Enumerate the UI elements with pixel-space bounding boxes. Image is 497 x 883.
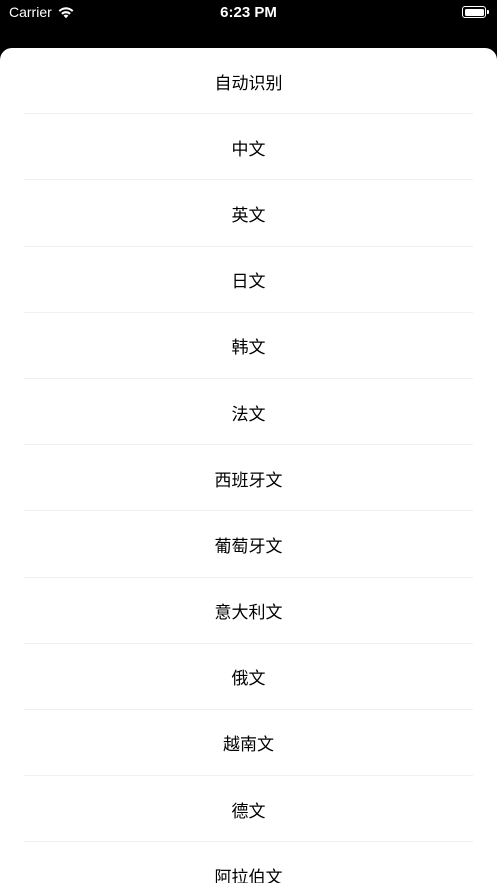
language-option-russian[interactable]: 俄文 (0, 644, 497, 711)
language-option-portuguese[interactable]: 葡萄牙文 (0, 511, 497, 578)
language-option-korean[interactable]: 韩文 (0, 313, 497, 380)
language-option-spanish[interactable]: 西班牙文 (0, 445, 497, 512)
language-option-french[interactable]: 法文 (0, 379, 497, 446)
language-option-auto-detect[interactable]: 自动识别 (0, 48, 497, 115)
language-option-chinese[interactable]: 中文 (0, 114, 497, 181)
status-time: 6:23 PM (220, 4, 277, 21)
language-option-japanese[interactable]: 日文 (0, 247, 497, 313)
status-bar: Carrier 6:23 PM (0, 0, 497, 40)
language-list: 自动识别 中文 英文 日文 韩文 法文 西班牙文 葡萄牙文 意大利文 俄文 越南… (0, 48, 497, 883)
language-option-vietnamese[interactable]: 越南文 (0, 710, 497, 777)
language-picker-sheet: 自动识别 中文 英文 日文 韩文 法文 西班牙文 葡萄牙文 意大利文 俄文 越南… (0, 48, 497, 883)
language-option-english[interactable]: 英文 (0, 180, 497, 247)
language-option-arabic[interactable]: 阿拉伯文 (0, 842, 497, 883)
battery-icon (462, 6, 489, 18)
battery-level-fill (464, 8, 484, 16)
language-option-italian[interactable]: 意大利文 (0, 578, 497, 644)
language-option-german[interactable]: 德文 (0, 776, 497, 843)
